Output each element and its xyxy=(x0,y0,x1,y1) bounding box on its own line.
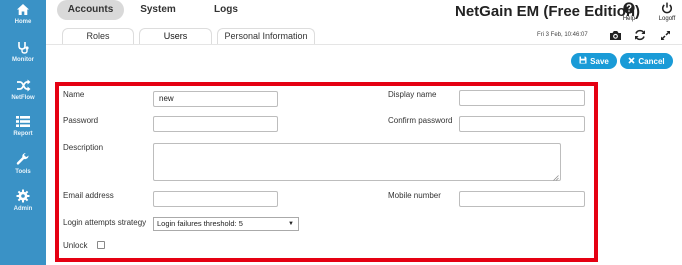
save-button[interactable]: Save xyxy=(571,53,617,69)
camera-icon xyxy=(609,30,622,43)
datetime: Fri 3 Feb, 10:46:07 xyxy=(537,32,588,38)
sidebar-item-home[interactable]: Home xyxy=(0,3,46,41)
sidebar-item-label: Tools xyxy=(15,169,31,175)
expand-icon xyxy=(660,30,671,43)
close-icon xyxy=(628,56,635,66)
floppy-icon xyxy=(579,56,587,66)
unlock-label: Unlock xyxy=(63,241,88,250)
password-label: Password xyxy=(63,116,99,125)
tab-roles[interactable]: Roles xyxy=(62,28,134,44)
gear-icon xyxy=(16,189,30,203)
camera-button[interactable] xyxy=(607,29,623,43)
logoff-button[interactable]: Logoff xyxy=(655,2,679,22)
tab-users[interactable]: Users xyxy=(139,28,212,44)
sidebar: Home Monitor NetFlow Report Tools Admin xyxy=(0,0,46,265)
password-field[interactable] xyxy=(153,116,278,132)
resize-grip-icon[interactable] xyxy=(553,173,559,181)
tab-logs[interactable]: Logs xyxy=(206,0,246,20)
sidebar-item-netflow[interactable]: NetFlow xyxy=(0,79,46,117)
email-field[interactable] xyxy=(153,191,278,207)
login-attempts-select[interactable]: Login failures threshold: 5 ▼ xyxy=(153,217,299,231)
tab-system[interactable]: System xyxy=(132,0,184,20)
refresh-icon xyxy=(634,29,646,43)
confirm-password-label: Confirm password xyxy=(388,116,453,125)
caret-down-icon: ▼ xyxy=(288,221,294,227)
name-field[interactable]: new xyxy=(153,91,278,107)
expand-button[interactable] xyxy=(657,29,673,43)
sidebar-item-label: Home xyxy=(14,19,32,25)
description-label: Description xyxy=(63,143,104,152)
login-attempts-label: Login attempts strategy xyxy=(63,218,147,227)
help-button[interactable]: Help xyxy=(617,2,641,22)
sidebar-item-tools[interactable]: Tools xyxy=(0,152,46,190)
sidebar-item-label: Admin xyxy=(13,206,33,212)
tab-accounts[interactable]: Accounts xyxy=(57,0,124,20)
unlock-checkbox[interactable] xyxy=(97,241,105,249)
help-icon xyxy=(623,2,635,16)
cancel-label: Cancel xyxy=(638,56,665,66)
mobile-field[interactable] xyxy=(459,191,585,207)
wrench-icon xyxy=(16,152,30,166)
home-icon xyxy=(16,3,30,16)
tab-personal-information[interactable]: Personal Information xyxy=(217,28,315,44)
display-name-label: Display name xyxy=(388,90,437,99)
confirm-password-field[interactable] xyxy=(459,116,585,132)
tab-divider xyxy=(46,44,682,45)
login-attempts-value: Login failures threshold: 5 xyxy=(157,219,243,228)
logoff-label: Logoff xyxy=(658,16,676,22)
help-label: Help xyxy=(622,16,636,22)
stethoscope-icon xyxy=(16,41,30,54)
display-name-field[interactable] xyxy=(459,90,585,106)
mobile-label: Mobile number xyxy=(388,191,441,200)
sidebar-item-admin[interactable]: Admin xyxy=(0,189,46,227)
list-icon xyxy=(16,115,30,128)
shuffle-icon xyxy=(16,79,31,92)
sidebar-item-label: Report xyxy=(13,131,33,137)
cancel-button[interactable]: Cancel xyxy=(620,53,673,69)
user-form-panel: Name new Display name Password Confirm p… xyxy=(55,82,598,262)
name-label: Name xyxy=(63,90,85,99)
save-label: Save xyxy=(590,56,609,66)
description-field[interactable] xyxy=(153,143,561,181)
page-title: NetGain EM (Free Edition) xyxy=(455,3,641,20)
sidebar-item-monitor[interactable]: Monitor xyxy=(0,41,46,79)
sidebar-item-label: NetFlow xyxy=(11,95,35,101)
power-icon xyxy=(661,2,673,16)
sidebar-item-label: Monitor xyxy=(12,57,34,63)
sidebar-item-report[interactable]: Report xyxy=(0,115,46,153)
email-label: Email address xyxy=(63,191,114,200)
refresh-button[interactable] xyxy=(632,29,648,43)
